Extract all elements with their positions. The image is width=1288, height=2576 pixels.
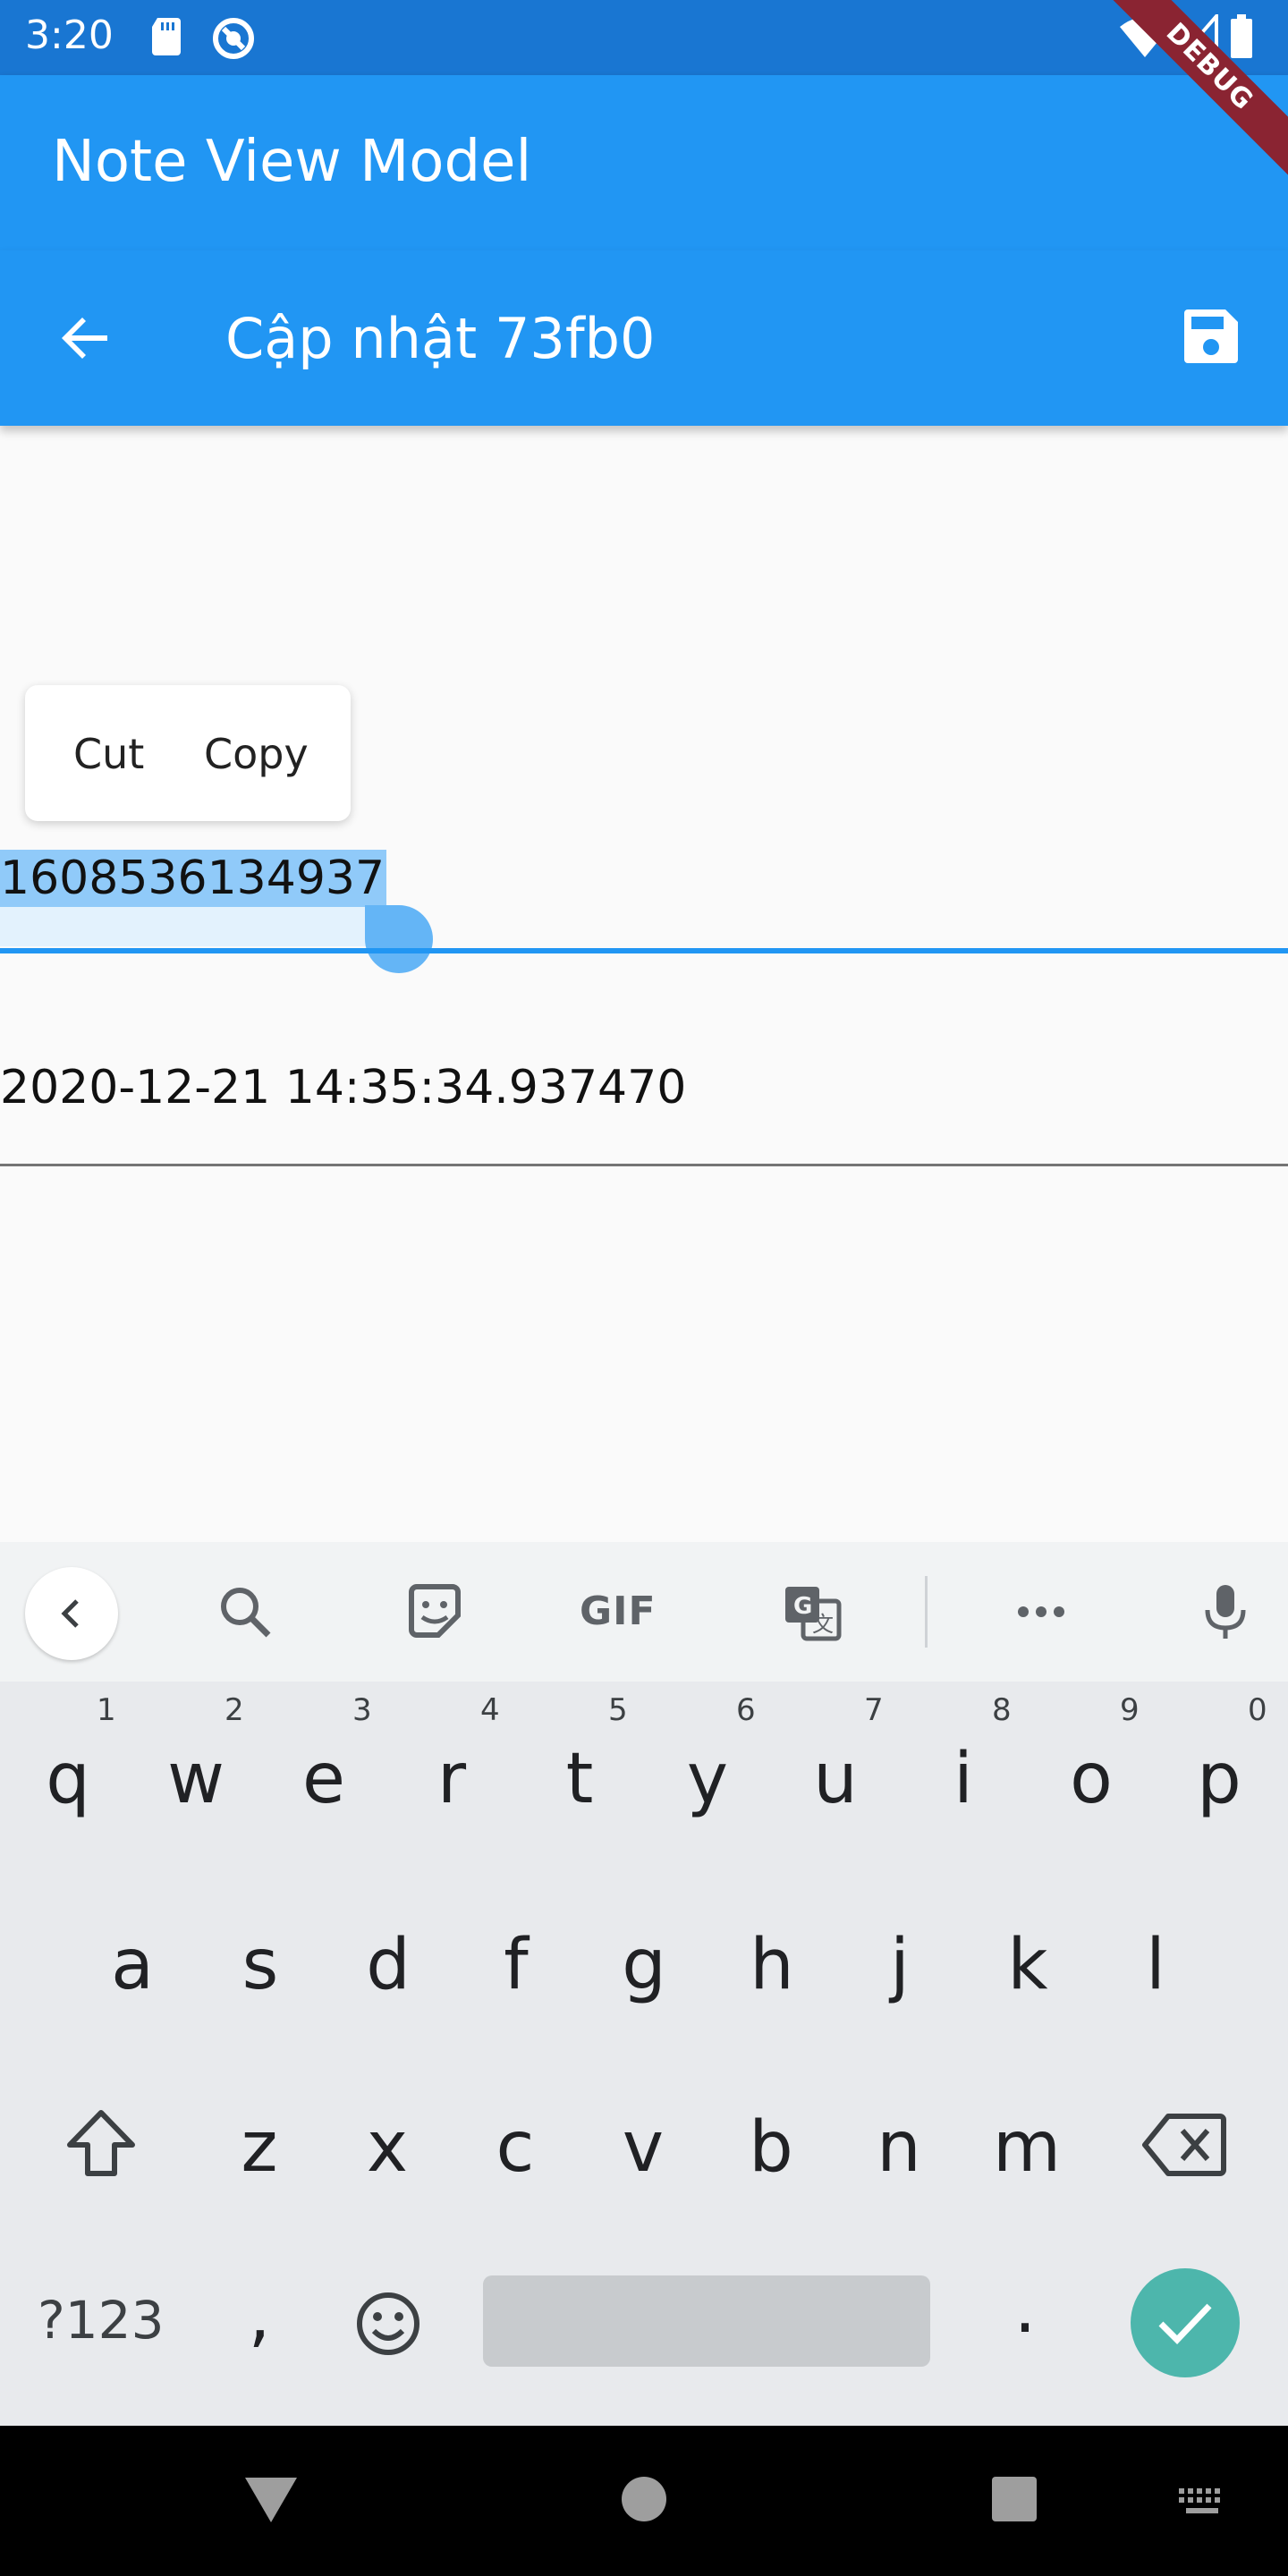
backspace-icon[interactable] (1141, 2111, 1227, 2179)
app-bar: Note View Model (0, 75, 1288, 250)
key-m[interactable]: m (973, 2107, 1080, 2188)
copy-button[interactable]: Copy (204, 730, 309, 778)
space-bar[interactable] (483, 2275, 930, 2367)
key-j[interactable]: j (846, 1925, 953, 2005)
key-hint-2: 2 (225, 1692, 244, 1728)
nav-home-icon[interactable] (621, 2476, 667, 2522)
save-icon[interactable] (1179, 301, 1243, 372)
key-hint-7: 7 (864, 1692, 884, 1728)
status-time: 3:20 (25, 13, 114, 58)
status-bar: 3:20 (0, 0, 1288, 75)
key-p[interactable]: p (1165, 1739, 1273, 1819)
chevron-left-icon (61, 1599, 79, 1628)
key-hint-3: 3 (352, 1692, 372, 1728)
key-c[interactable]: c (462, 2107, 569, 2188)
sticker-icon[interactable] (402, 1580, 467, 1644)
comma-key[interactable]: , (206, 2275, 313, 2356)
key-hint-4: 4 (480, 1692, 500, 1728)
key-w[interactable]: w (142, 1739, 250, 1819)
key-k[interactable]: k (974, 1925, 1081, 2005)
app-title: Note View Model (52, 129, 532, 195)
translate-icon[interactable]: G 文 (780, 1580, 844, 1644)
check-icon (1158, 2303, 1212, 2345)
key-y[interactable]: y (654, 1739, 761, 1819)
key-hint-1: 1 (97, 1692, 116, 1728)
key-t[interactable]: t (526, 1739, 633, 1819)
key-z[interactable]: z (206, 2107, 313, 2188)
key-i[interactable]: i (910, 1739, 1017, 1819)
date-field-underline (0, 1164, 1288, 1166)
period-key[interactable]: . (971, 2268, 1079, 2349)
key-hint-5: 5 (608, 1692, 628, 1728)
key-g[interactable]: g (590, 1925, 698, 2005)
gif-icon[interactable]: GIF (580, 1589, 657, 1634)
selection-highlight (0, 907, 367, 946)
key-hint-8: 8 (992, 1692, 1012, 1728)
symbols-key[interactable]: ?123 (38, 2290, 165, 2351)
nav-recents-icon[interactable] (991, 2476, 1038, 2522)
edit-title: Cập nhật 73fb0 (225, 306, 656, 371)
key-d[interactable]: d (335, 1925, 442, 2005)
svg-text:文: 文 (812, 1612, 834, 1637)
svg-text:G: G (793, 1593, 812, 1620)
key-q[interactable]: q (14, 1739, 122, 1819)
text-selection-toolbar: Cut Copy (25, 685, 351, 821)
key-u[interactable]: u (782, 1739, 889, 1819)
keyboard-switch-icon[interactable] (1177, 2487, 1227, 2519)
shift-icon[interactable] (63, 2106, 140, 2182)
edit-toolbar: Cập nhật 73fb0 (0, 250, 1288, 426)
key-v[interactable]: v (589, 2107, 697, 2188)
sd-card-icon (152, 18, 181, 55)
key-n[interactable]: n (845, 2107, 953, 2188)
key-r[interactable]: r (398, 1739, 505, 1819)
key-f[interactable]: f (462, 1925, 570, 2005)
navigation-bar (0, 2426, 1288, 2576)
key-a[interactable]: a (79, 1925, 186, 2005)
battery-icon (1231, 14, 1252, 58)
key-e[interactable]: e (270, 1739, 377, 1819)
selection-handle[interactable] (365, 905, 433, 973)
nav-back-icon[interactable] (243, 2476, 299, 2524)
key-o[interactable]: o (1038, 1739, 1145, 1819)
soft-keyboard: GIF G 文 q 1w 2e 3r 4t 5y 6u 7i 8o 9p 0 asdfghjkl z… (0, 1542, 1288, 2426)
q-sync-icon (213, 18, 254, 59)
arrow-back-icon[interactable] (54, 306, 118, 370)
cut-button[interactable]: Cut (73, 730, 144, 778)
key-l[interactable]: l (1102, 1925, 1209, 2005)
id-field-underline (0, 948, 1288, 953)
key-h[interactable]: h (718, 1925, 826, 2005)
key-b[interactable]: b (717, 2107, 825, 2188)
key-hint-0: 0 (1248, 1692, 1267, 1728)
toolbar-divider (925, 1576, 928, 1648)
key-hint-6: 6 (736, 1692, 756, 1728)
mic-icon[interactable] (1193, 1580, 1258, 1644)
search-icon[interactable] (213, 1580, 277, 1644)
date-field[interactable]: 2020-12-21 14:35:34.937470 (0, 1061, 686, 1114)
key-hint-9: 9 (1120, 1692, 1140, 1728)
key-x[interactable]: x (334, 2107, 441, 2188)
keyboard-toolbar: GIF G 文 (0, 1542, 1288, 1682)
keyboard-back-button[interactable] (25, 1567, 118, 1660)
enter-key[interactable] (1131, 2268, 1240, 2377)
key-s[interactable]: s (207, 1925, 314, 2005)
id-field[interactable]: 1608536134937 (0, 850, 387, 907)
emoji-icon[interactable] (354, 2290, 422, 2358)
more-icon[interactable] (1009, 1580, 1073, 1644)
